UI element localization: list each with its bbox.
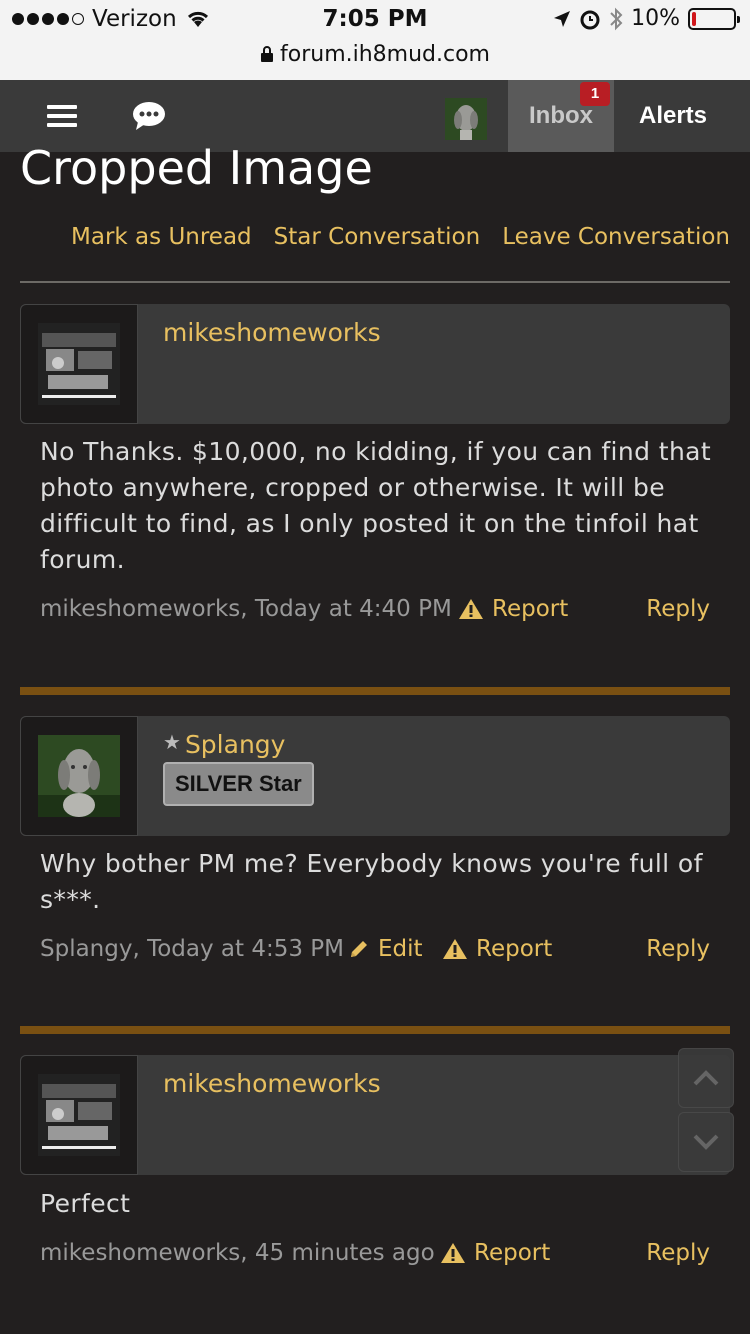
username[interactable]: mikeshomeworks bbox=[163, 318, 381, 347]
message-header: mikeshomeworks bbox=[20, 304, 730, 424]
username-text: Splangy bbox=[184, 730, 286, 759]
message-meta: mikeshomeworks, Today at 4:40 PM Report … bbox=[40, 596, 710, 630]
url-text: forum.ih8mud.com bbox=[280, 42, 490, 67]
message-separator bbox=[20, 687, 730, 695]
engine-photo-avatar bbox=[38, 323, 120, 405]
chevron-down-icon bbox=[693, 1134, 719, 1150]
username[interactable]: mikeshomeworks bbox=[163, 1069, 381, 1098]
username[interactable]: ★ Splangy bbox=[163, 730, 285, 759]
divider bbox=[20, 281, 730, 283]
chevron-up-icon bbox=[693, 1070, 719, 1086]
url-bar[interactable]: forum.ih8mud.com bbox=[0, 42, 750, 67]
message-meta: mikeshomeworks, 45 minutes ago Report Re… bbox=[40, 1240, 710, 1274]
message-meta: Splangy, Today at 4:53 PM Edit Report Re… bbox=[40, 936, 710, 970]
alerts-label: Alerts bbox=[638, 102, 708, 129]
bluetooth-icon bbox=[610, 7, 623, 30]
author-timestamp[interactable]: Splangy, Today at 4:53 PM bbox=[40, 936, 344, 962]
scroll-down-button[interactable] bbox=[678, 1112, 734, 1172]
mark-unread-link[interactable]: Mark as Unread bbox=[71, 224, 252, 250]
message-body: Why bother PM me? Everybody knows you're… bbox=[40, 849, 703, 914]
report-label: Report bbox=[476, 936, 553, 962]
inbox-label: Inbox bbox=[529, 102, 593, 129]
dog-photo-avatar bbox=[38, 735, 120, 817]
avatar[interactable] bbox=[20, 304, 138, 424]
report-button[interactable]: Report bbox=[442, 936, 552, 962]
report-label: Report bbox=[492, 596, 569, 622]
alerts-tab[interactable]: Alerts bbox=[620, 80, 726, 152]
reply-button[interactable]: Reply bbox=[646, 936, 710, 962]
warning-icon bbox=[459, 599, 483, 619]
menu-icon[interactable] bbox=[44, 98, 80, 134]
warning-icon bbox=[443, 939, 467, 959]
report-button[interactable]: Report bbox=[458, 596, 568, 622]
reply-button[interactable]: Reply bbox=[646, 596, 710, 622]
leave-conversation-link[interactable]: Leave Conversation bbox=[502, 224, 730, 250]
edit-button[interactable]: Edit bbox=[348, 936, 423, 962]
status-right: 10% bbox=[553, 6, 740, 31]
ios-status-bar: Verizon 7:05 PM 10% forum.ih8mud.com bbox=[0, 0, 750, 80]
message-body: Perfect bbox=[40, 1189, 131, 1218]
author-timestamp[interactable]: mikeshomeworks, Today at 4:40 PM bbox=[40, 596, 452, 622]
report-button[interactable]: Report bbox=[440, 1240, 550, 1266]
report-label: Report bbox=[474, 1240, 551, 1266]
pencil-icon bbox=[351, 941, 367, 957]
user-avatar[interactable] bbox=[445, 98, 487, 140]
avatar[interactable] bbox=[20, 716, 138, 836]
inbox-badge: 1 bbox=[580, 82, 610, 106]
alarm-icon bbox=[580, 10, 600, 29]
message-separator bbox=[20, 1026, 730, 1034]
scroll-up-button[interactable] bbox=[678, 1048, 734, 1108]
rank-badge: SILVER Star bbox=[163, 762, 314, 806]
star-conversation-link[interactable]: Star Conversation bbox=[274, 224, 481, 250]
edit-label: Edit bbox=[378, 936, 423, 962]
lock-icon bbox=[261, 46, 273, 62]
star-icon: ★ bbox=[163, 730, 181, 754]
message-header: ★ Splangy SILVER Star bbox=[20, 716, 730, 836]
avatar[interactable] bbox=[20, 1055, 138, 1175]
page-title: Cropped Image bbox=[20, 141, 373, 195]
warning-icon bbox=[441, 1243, 465, 1263]
location-icon bbox=[554, 10, 571, 27]
chat-icon[interactable] bbox=[131, 98, 167, 134]
reply-button[interactable]: Reply bbox=[646, 1240, 710, 1266]
author-timestamp[interactable]: mikeshomeworks, 45 minutes ago bbox=[40, 1240, 435, 1266]
message-header: mikeshomeworks bbox=[20, 1055, 730, 1175]
battery-icon bbox=[688, 7, 740, 30]
battery-percent: 10% bbox=[631, 6, 680, 31]
engine-photo-avatar bbox=[38, 1074, 120, 1156]
conversation-actions: Mark as Unread Star Conversation Leave C… bbox=[71, 224, 730, 250]
message-body: No Thanks. $10,000, no kidding, if you c… bbox=[40, 437, 712, 574]
